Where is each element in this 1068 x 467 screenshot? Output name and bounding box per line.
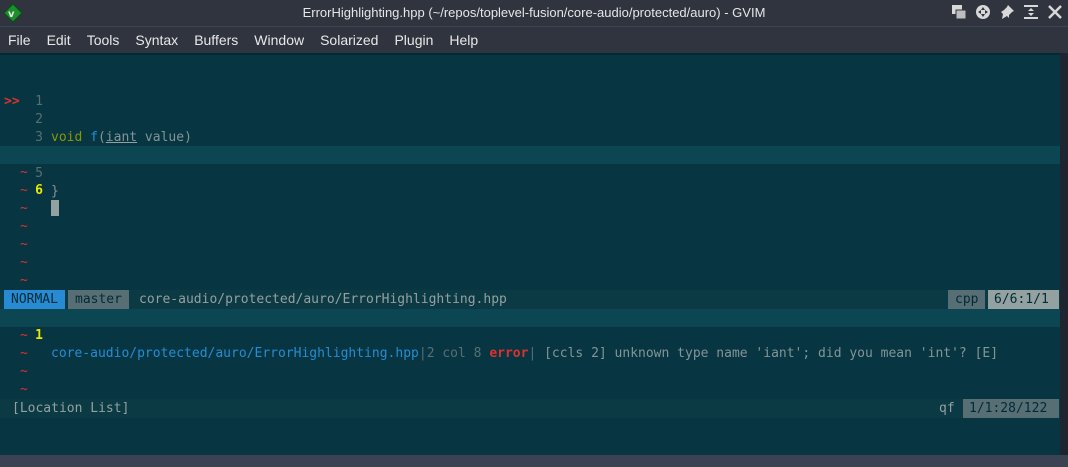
location-list-entry[interactable]: 1 core-audio/protected/auro/ErrorHighlig…	[0, 309, 1060, 361]
tilde-marker: ~	[20, 183, 28, 198]
tilde-marker: ~	[20, 328, 28, 343]
tilde-marker: ~	[20, 219, 28, 234]
menu-file[interactable]: File	[0, 32, 39, 48]
tilde-marker: ~	[20, 346, 28, 361]
window-edge	[1060, 53, 1068, 455]
gvim-window: v ErrorHighlighting.hpp (~/repos/topleve…	[0, 0, 1068, 467]
tilde-marker: ~	[20, 382, 28, 397]
tilde-marker: ~	[20, 165, 28, 180]
cursor-position: 6/6:1/1	[988, 290, 1059, 309]
pin-icon[interactable]	[998, 3, 1016, 21]
restore-icon[interactable]	[950, 3, 968, 21]
tilde-marker: ~	[20, 364, 28, 379]
code-line[interactable]: 5 }	[0, 129, 1060, 199]
menu-syntax[interactable]: Syntax	[127, 32, 186, 48]
empty-line: ~	[0, 272, 1060, 290]
qf-filetype: qf	[939, 401, 955, 416]
file-path: core-audio/protected/auro/ErrorHighlight…	[139, 292, 507, 307]
code-line[interactable]: 1	[0, 57, 1060, 109]
statusline[interactable]: NORMAL master core-audio/protected/auro/…	[0, 290, 1060, 309]
menu-bar: File Edit Tools Syntax Buffers Window So…	[0, 27, 1068, 53]
empty-line: ~	[0, 164, 1060, 182]
window-title: ErrorHighlighting.hpp (~/repos/toplevel-…	[302, 5, 766, 20]
close-icon[interactable]	[1046, 3, 1064, 21]
tilde-marker: ~	[20, 201, 28, 216]
menu-plugin[interactable]: Plugin	[386, 32, 441, 48]
menu-solarized[interactable]: Solarized	[312, 32, 386, 48]
title-bar[interactable]: v ErrorHighlighting.hpp (~/repos/topleve…	[0, 0, 1068, 27]
qf-position: 1/1:28/122	[963, 399, 1059, 418]
empty-line: ~	[0, 218, 1060, 236]
tilde-marker: ~	[20, 255, 28, 270]
empty-line: ~	[0, 236, 1060, 254]
filetype: cpp	[948, 290, 986, 309]
maximize-icon[interactable]	[1022, 3, 1040, 21]
empty-line: ~	[0, 182, 1060, 200]
empty-line: ~	[0, 200, 1060, 218]
mode-indicator: NORMAL	[4, 290, 65, 309]
code-line[interactable]: 3 {	[0, 93, 1060, 163]
editor-area[interactable]: 1 >> 2 void f(iant value) 3 { 4 5 } 6	[0, 55, 1060, 455]
empty-line: ~	[0, 363, 1060, 381]
tilde-marker: ~	[20, 273, 28, 288]
empty-line: ~	[0, 254, 1060, 272]
code-line[interactable]: 4	[0, 111, 1060, 163]
tilde-marker: ~	[20, 237, 28, 252]
menu-edit[interactable]: Edit	[39, 32, 79, 48]
location-list-statusline[interactable]: [Location List] qf 1/1:28/122	[0, 399, 1060, 418]
location-list-title: [Location List]	[12, 401, 130, 416]
empty-line: ~	[0, 345, 1060, 363]
menu-buffers[interactable]: Buffers	[186, 32, 246, 48]
menu-help[interactable]: Help	[441, 32, 486, 48]
menu-window[interactable]: Window	[246, 32, 312, 48]
git-branch: master	[68, 290, 129, 309]
move-icon[interactable]	[974, 3, 992, 21]
bottom-edge	[0, 455, 1068, 467]
empty-line: ~	[0, 381, 1060, 399]
empty-line: ~	[0, 327, 1060, 345]
menu-tools[interactable]: Tools	[79, 32, 128, 48]
current-line[interactable]: 6	[0, 146, 1060, 216]
code-line[interactable]: >> 2 void f(iant value)	[0, 75, 1060, 145]
window-controls	[950, 3, 1064, 21]
